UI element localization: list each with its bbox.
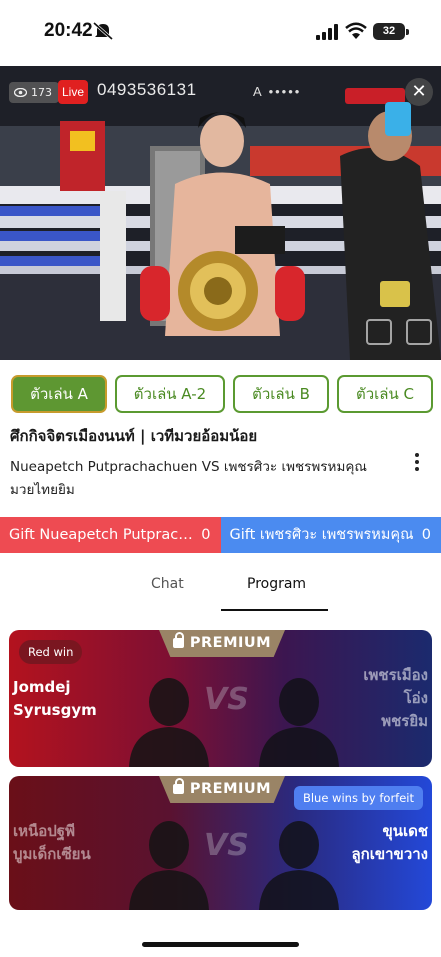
viewer-count-value: 173 [31, 86, 52, 99]
blue-fighter-name-line: ขุนเดช [382, 822, 428, 840]
tab-player-b[interactable]: ตัวเล่น B [233, 375, 329, 413]
blue-fighter-name: ขุนเดช ลูกเขาขวาง [351, 820, 428, 866]
red-fighter-name-line: บูมเด็กเซียน [13, 845, 91, 863]
premium-badge: PREMIUM [159, 630, 285, 657]
red-fighter-name-line: เหนือปฐพี [13, 822, 75, 840]
red-fighter-name-line: Jomdej [13, 678, 71, 696]
lock-icon [172, 778, 184, 794]
player-tabs: ตัวเล่น A ตัวเล่น A-2 ตัวเล่น B ตัวเล่น … [11, 375, 433, 413]
gift-red-count: 0 [201, 527, 211, 543]
close-icon[interactable]: ✕ [405, 78, 433, 106]
cellular-signal-icon [316, 24, 338, 40]
gift-blue-button[interactable]: Gift เพชรศิวะ เพชรพรหมคุณ 0 [220, 517, 441, 553]
fullscreen-icon[interactable] [406, 319, 432, 345]
program-card[interactable]: PREMIUM Red win VS Jomdej Syrusgym เพชรเ… [9, 630, 432, 767]
premium-badge: PREMIUM [159, 776, 285, 803]
premium-label: PREMIUM [189, 635, 272, 651]
stream-id: 0493536131 [97, 80, 197, 99]
result-badge: Red win [19, 640, 83, 664]
live-stream-frame [0, 66, 441, 360]
vs-label: VS [204, 682, 249, 717]
tab-program[interactable]: Program [247, 576, 306, 592]
video-player[interactable]: 173 Live 0493536131 A ••••• ✕ [0, 66, 441, 360]
gift-red-label: Gift Nueapetch Putprachachuen [9, 527, 195, 543]
lock-icon [172, 632, 184, 648]
gift-bar: Gift Nueapetch Putprachachuen 0 Gift เพช… [0, 517, 441, 553]
event-title: ศึกกิจจิตรเมืองนนท์ | เวทีมวยอ้อมน้อย [10, 427, 258, 445]
tab-chat[interactable]: Chat [151, 576, 184, 592]
tab-active-indicator [221, 609, 328, 611]
blue-fighter-name-line: เพชรเมือง [363, 666, 428, 684]
stream-code: A ••••• [253, 84, 302, 99]
status-time: 20:42 [44, 20, 93, 41]
red-fighter-name: เหนือปฐพี บูมเด็กเซียน [13, 820, 91, 866]
live-badge: Live [58, 80, 88, 104]
eye-icon [14, 88, 27, 97]
vs-label: VS [204, 828, 249, 863]
blue-fighter-silhouette-icon [259, 821, 339, 910]
red-fighter-name-line: Syrusgym [13, 701, 97, 719]
tab-player-a2[interactable]: ตัวเล่น A-2 [115, 375, 225, 413]
picture-in-picture-icon[interactable] [366, 319, 392, 345]
tab-player-a[interactable]: ตัวเล่น A [11, 375, 107, 413]
blue-fighter-name: เพชรเมือง โอ่ง พชรยิม [363, 664, 428, 733]
blue-fighter-name-line: โอ่ง [403, 689, 428, 707]
gift-blue-count: 0 [421, 527, 431, 543]
blue-fighter-name-line: พชรยิม [381, 712, 428, 730]
home-indicator[interactable] [142, 942, 299, 947]
more-options-icon[interactable] [412, 452, 422, 472]
gift-blue-label: Gift เพชรศิวะ เพชรพรหมคุณ [229, 527, 414, 543]
blue-fighter-name-line: ลูกเขาขวาง [351, 845, 428, 863]
red-fighter-name: Jomdej Syrusgym [13, 676, 97, 722]
program-card[interactable]: PREMIUM Blue wins by forfeit VS เหนือปฐพ… [9, 776, 432, 910]
tab-player-c[interactable]: ตัวเล่น C [337, 375, 433, 413]
status-bar: 20:42 32 [0, 0, 441, 66]
gift-red-button[interactable]: Gift Nueapetch Putprachachuen 0 [0, 517, 221, 553]
battery-nub [406, 29, 409, 35]
blue-fighter-silhouette-icon [259, 678, 339, 767]
wifi-icon [345, 22, 367, 39]
match-description: Nueapetch Putprachachuen VS เพชรศิวะ เพช… [10, 459, 367, 498]
viewer-count: 173 [9, 82, 59, 103]
bell-muted-icon [93, 22, 113, 40]
result-badge: Blue wins by forfeit [293, 786, 423, 810]
battery-icon: 32 [373, 23, 405, 40]
premium-label: PREMIUM [189, 781, 272, 797]
